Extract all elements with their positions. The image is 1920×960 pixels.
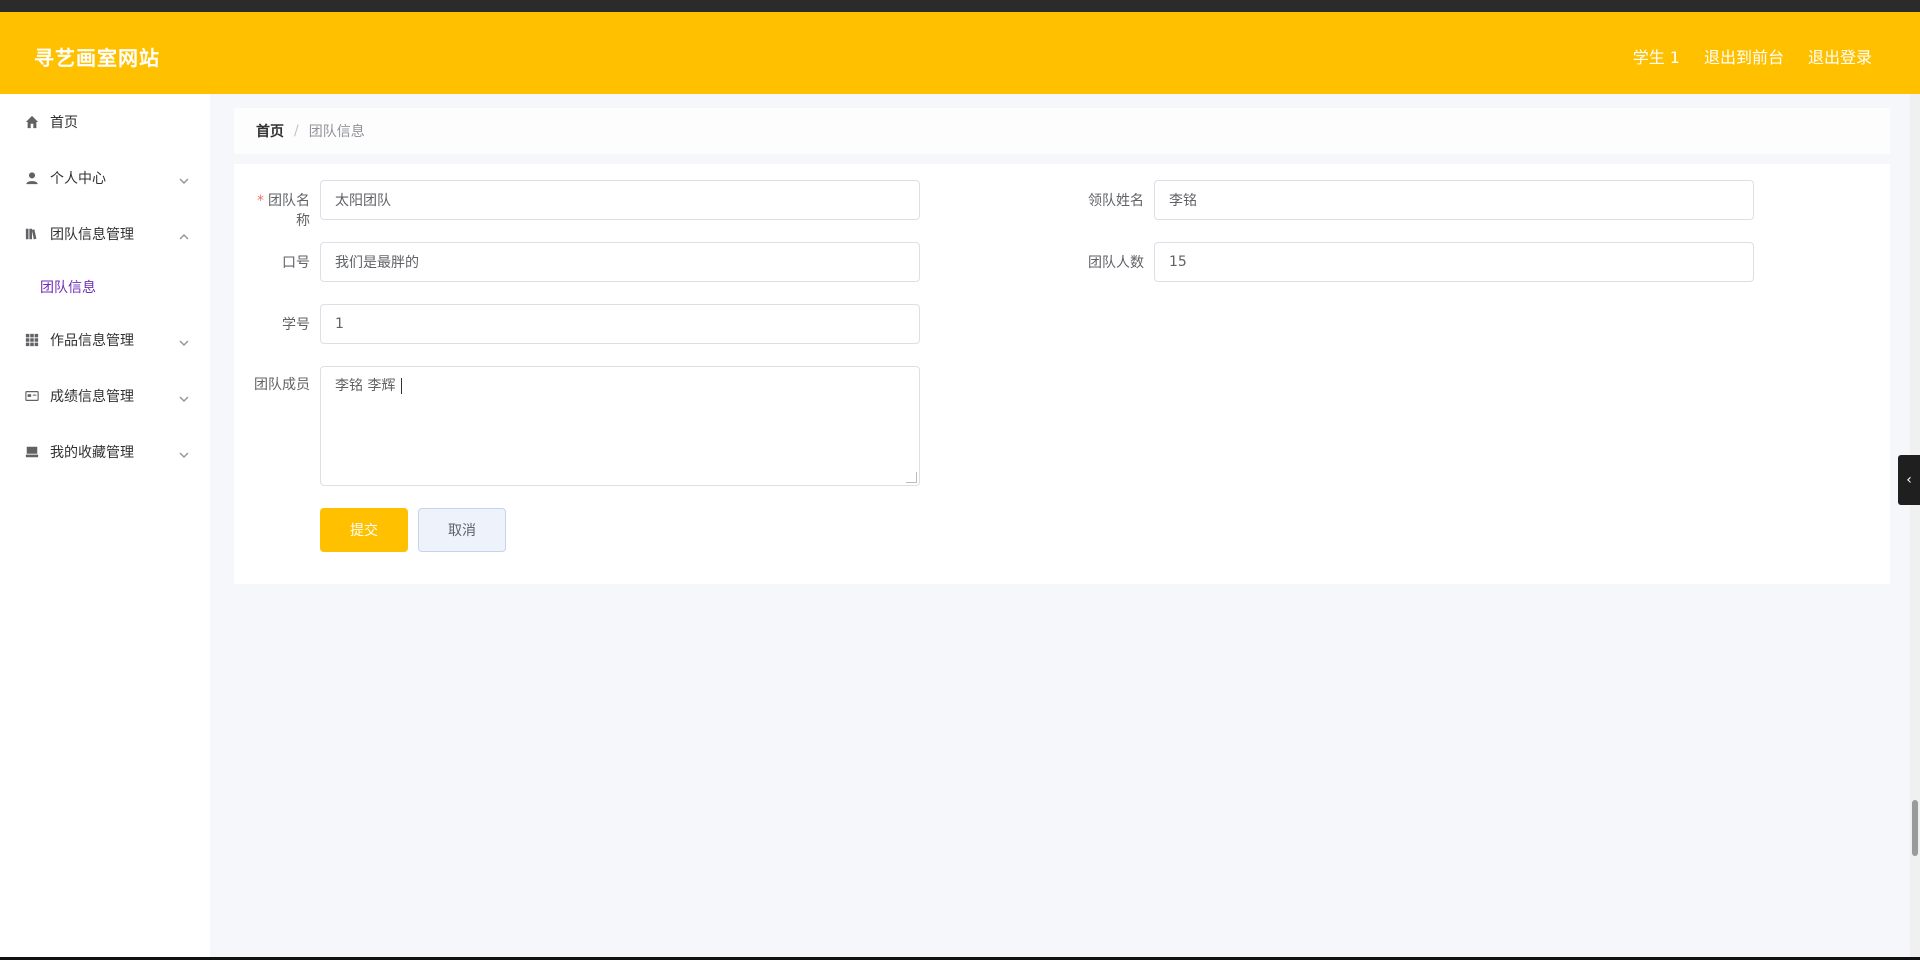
sidebar-item-label: 个人中心: [50, 171, 106, 187]
tray-icon: [24, 444, 40, 460]
sidebar-item-label: 首页: [50, 115, 78, 131]
window-top-strip: [0, 0, 1920, 12]
sidebar-item-team-management[interactable]: 团队信息管理: [0, 206, 210, 262]
brand-title: 寻艺画室网站: [34, 46, 160, 70]
sidebar-item-label: 团队信息管理: [50, 227, 134, 243]
chevron-down-icon: [178, 334, 190, 346]
breadcrumb-home[interactable]: 首页: [256, 121, 284, 141]
text-caret: [401, 378, 403, 394]
slogan-input[interactable]: 我们是最胖的: [320, 242, 920, 282]
required-mark: *: [257, 193, 264, 209]
team-size-input[interactable]: 15: [1154, 242, 1754, 282]
leader-name-input[interactable]: 李铭: [1154, 180, 1754, 220]
resize-handle-icon[interactable]: [906, 472, 917, 483]
team-form: * 团队名称 太阳团队 领队姓名 李铭 口号 我们是最胖的 团队人数 15 学号 …: [234, 164, 1890, 584]
sidebar-item-label: 我的收藏管理: [50, 445, 134, 461]
members-label: 团队成员: [254, 377, 310, 393]
sidebar-item-label: 作品信息管理: [50, 333, 134, 349]
app-page: 寻艺画室网站 学生 1 退出到前台 退出登录 首页 个人中心 团队信息管理 团队…: [0, 0, 1920, 960]
sidebar-item-works-management[interactable]: 作品信息管理: [0, 312, 210, 368]
header-frontend-link[interactable]: 退出到前台: [1704, 44, 1784, 68]
sidebar-item-label: 成绩信息管理: [50, 389, 134, 405]
cancel-button[interactable]: 取消: [418, 508, 506, 552]
chevron-down-icon: [178, 390, 190, 402]
breadcrumb-separator: /: [294, 123, 299, 139]
user-icon: [24, 170, 40, 186]
books-icon: [24, 226, 40, 242]
page-scrollbar[interactable]: [1910, 94, 1920, 960]
sidebar: 首页 个人中心 团队信息管理 团队信息 作品信息管理 成绩信息管理 我的收藏管理: [0, 94, 210, 960]
sidebar-item-scores-management[interactable]: 成绩信息管理: [0, 368, 210, 424]
student-no-label: 学号: [282, 317, 310, 333]
members-text: 李铭 李辉: [335, 378, 396, 394]
chevron-up-icon: [178, 228, 190, 240]
sidebar-item-favorites-management[interactable]: 我的收藏管理: [0, 424, 210, 480]
sidebar-item-home[interactable]: 首页: [0, 94, 210, 150]
slogan-label: 口号: [282, 255, 310, 271]
breadcrumb-current: 团队信息: [308, 124, 365, 140]
chevron-down-icon: [178, 446, 190, 458]
breadcrumb: 首页 / 团队信息: [234, 108, 1890, 154]
header-user-link[interactable]: 学生 1: [1633, 44, 1680, 68]
top-header: 寻艺画室网站 学生 1 退出到前台 退出登录: [0, 12, 1920, 94]
collapse-tab[interactable]: ‹: [1898, 455, 1920, 505]
student-no-input[interactable]: 1: [320, 304, 920, 344]
team-size-label: 团队人数: [1088, 255, 1144, 271]
card-icon: [24, 388, 40, 404]
members-textarea[interactable]: 李铭 李辉: [320, 366, 920, 486]
scrollbar-thumb[interactable]: [1912, 800, 1918, 856]
home-icon: [24, 114, 40, 130]
leader-name-label: 领队姓名: [1088, 193, 1144, 209]
submit-button[interactable]: 提交: [320, 508, 408, 552]
chevron-down-icon: [178, 172, 190, 184]
chevron-left-icon: ‹: [1906, 472, 1912, 488]
header-links: 学生 1 退出到前台 退出登录: [1633, 44, 1872, 68]
main-content: 首页 / 团队信息 * 团队名称 太阳团队 领队姓名 李铭 口号 我们是最胖的 团…: [210, 94, 1898, 960]
grid-icon: [24, 332, 40, 348]
sidebar-subitem-team-info[interactable]: 团队信息: [0, 262, 210, 312]
header-logout-link[interactable]: 退出登录: [1808, 44, 1872, 68]
team-name-label: * 团队名称: [257, 193, 310, 229]
sidebar-item-personal-center[interactable]: 个人中心: [0, 150, 210, 206]
team-name-input[interactable]: 太阳团队: [320, 180, 920, 220]
